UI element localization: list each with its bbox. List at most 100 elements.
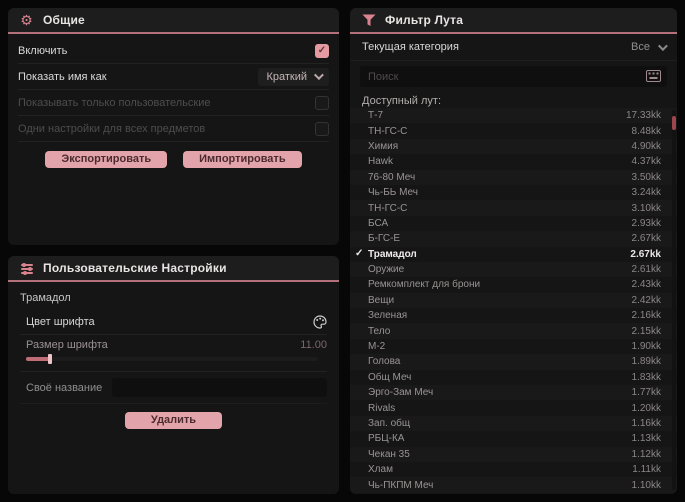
category-label: Текущая категория — [362, 41, 459, 53]
loot-item-name: ТН-ГС-С — [368, 125, 408, 137]
loot-item-value: 8.48kk — [631, 125, 661, 137]
loot-item-name: Вещи — [368, 294, 395, 306]
loot-item-value: 1.20kk — [631, 402, 661, 414]
loot-item-name: РБЦ-КА — [368, 433, 405, 445]
loot-item-row[interactable]: ✓ Трамадол 2.67kk — [350, 247, 677, 262]
loot-item-row[interactable]: Чь-ПКПМ Меч 1.10kk — [350, 477, 677, 493]
enable-label: Включить — [18, 44, 68, 57]
loot-item-value: 1.12kk — [631, 448, 661, 460]
loot-item-row[interactable]: Хлам 1.11kk — [350, 462, 677, 477]
loot-item-name: Б-ГС-Е — [368, 233, 401, 245]
slider-track — [26, 357, 318, 361]
loot-item-value: 2.61kk — [631, 264, 661, 276]
loot-item-value: 1.10kk — [631, 479, 661, 491]
scrollbar[interactable] — [672, 110, 676, 490]
loot-item-value: 2.42kk — [631, 294, 661, 306]
loot-filter-panel-title: Фильтр Лута — [385, 13, 464, 27]
loot-item-name: ТН-ГС-С — [368, 202, 408, 214]
loot-item-row[interactable]: Rivals 1.20kk — [350, 400, 677, 415]
category-select[interactable]: Все — [631, 40, 668, 53]
loot-item-name: Голова — [368, 356, 401, 368]
loot-item-row[interactable]: Химия 4.90kk — [350, 138, 677, 155]
loot-item-row[interactable]: 76-80 Меч 3.50kk — [350, 169, 677, 185]
loot-item-value: 1.11kk — [632, 464, 661, 476]
loot-item-value: 1.13kk — [631, 433, 661, 445]
loot-item-name: 76-80 Меч — [368, 171, 416, 183]
palette-icon[interactable] — [313, 315, 327, 329]
loot-item-name: Ремкомплект для брони — [368, 279, 481, 291]
loot-list: Т-7 17.33kk ТН-ГС-С 8.48kk Химия 4.90kk Hawk 4.… — [350, 108, 677, 493]
loot-item-value: 17.33kk — [625, 110, 661, 122]
loot-item-row[interactable]: Т-7 17.33kk — [350, 108, 677, 124]
loot-item-value: 4.37kk — [631, 156, 661, 168]
loot-filter-panel-header: Фильтр Лута — [350, 8, 677, 34]
loot-item-row[interactable]: Чекан 35 1.12kk — [350, 446, 677, 462]
font-size-value: 11.00 — [300, 339, 327, 351]
loot-item-value: 3.10kk — [631, 202, 661, 214]
loot-filter-panel: Фильтр Лута Текущая категория Все Доступ… — [350, 8, 677, 494]
loot-item-row[interactable]: Зап. общ 1.16kk — [350, 415, 677, 432]
loot-item-row[interactable]: Ремкомплект для брони 2.43kk — [350, 277, 677, 292]
loot-item-row[interactable]: ТН-ГС-С 8.48kk — [350, 123, 677, 138]
loot-item-value: 1.83kk — [631, 371, 661, 383]
show-only-custom-label: Показывать только пользовательские — [18, 96, 211, 109]
loot-item-row[interactable]: БСА 2.93kk — [350, 216, 677, 231]
loot-item-name: Зеленая — [368, 310, 408, 322]
user-settings-panel: Пользовательские Настройки Трамадол Цвет… — [8, 256, 339, 494]
general-panel-header: ⚙ Общие — [8, 8, 339, 34]
loot-item-row[interactable]: Hawk 4.37kk — [350, 154, 677, 169]
export-button[interactable]: Экспортировать — [45, 151, 168, 168]
chevron-down-icon — [657, 40, 668, 51]
user-settings-icon — [19, 261, 34, 276]
font-size-slider[interactable] — [26, 354, 318, 364]
loot-item-name: Эрго-Зам Меч — [368, 387, 434, 399]
loot-item-row[interactable]: Чь-БЬ Меч 3.24kk — [350, 185, 677, 200]
loot-item-name: Оружие — [368, 264, 405, 276]
loot-item-row[interactable]: Голова 1.89kk — [350, 354, 677, 370]
loot-item-value: 1.89kk — [631, 356, 661, 368]
custom-name-label: Своё название — [26, 381, 103, 394]
slider-fill — [26, 357, 50, 361]
general-panel: ⚙ Общие Включить ✓ Показать имя как Крат… — [8, 8, 339, 245]
name-format-select[interactable]: Краткий — [258, 67, 329, 86]
keyboard-icon[interactable] — [646, 70, 661, 82]
loot-item-value: 4.90kk — [631, 140, 661, 152]
single-settings-checkbox[interactable] — [315, 121, 329, 136]
loot-item-name: БСА — [368, 217, 389, 229]
loot-item-value: 2.15kk — [631, 325, 661, 337]
chevron-down-icon — [313, 70, 324, 81]
category-value: Все — [631, 41, 650, 53]
general-panel-title: Общие — [43, 13, 85, 27]
font-color-label: Цвет шрифта — [26, 316, 95, 328]
loot-item-row[interactable]: Б-ГС-Е 2.67kk — [350, 231, 677, 247]
scrollbar-thumb[interactable] — [672, 116, 676, 130]
loot-item-row[interactable]: Оружие 2.61kk — [350, 261, 677, 278]
loot-item-row[interactable]: Зеленая 2.16kk — [350, 308, 677, 323]
show-only-custom-checkbox[interactable] — [315, 95, 329, 110]
loot-item-value: 2.16kk — [631, 310, 661, 322]
loot-item-name: Чекан 35 — [368, 448, 410, 460]
enable-checkbox[interactable]: ✓ — [315, 43, 329, 58]
search-input[interactable] — [360, 66, 667, 87]
loot-item-name: Чь-БЬ Меч — [368, 187, 418, 199]
custom-name-input[interactable] — [112, 378, 327, 397]
name-format-row: Показать имя как Краткий — [18, 64, 329, 90]
loot-item-row[interactable]: Вещи 2.42kk — [350, 292, 677, 309]
loot-item-name: Rivals — [368, 402, 396, 414]
loot-item-row[interactable]: М-2 1.90kk — [350, 339, 677, 354]
loot-item-row[interactable]: РБЦ-КА 1.13kk — [350, 431, 677, 446]
loot-item-row[interactable]: ТН-ГС-С 3.10kk — [350, 200, 677, 216]
delete-button[interactable]: Удалить — [124, 412, 223, 429]
show-only-custom-row: Показывать только пользовательские — [18, 90, 329, 116]
slider-thumb[interactable] — [48, 354, 52, 364]
import-button[interactable]: Импортировать — [183, 151, 302, 168]
loot-item-row[interactable]: Эрго-Зам Меч 1.77kk — [350, 385, 677, 401]
selected-item-name: Трамадол — [20, 292, 71, 304]
loot-item-name: Т-7 — [368, 110, 383, 122]
font-color-row[interactable]: Цвет шрифта — [20, 310, 327, 335]
available-loot-label: Доступный лут: — [362, 95, 442, 107]
single-settings-row: Одни настройки для всех предметов — [18, 116, 329, 142]
loot-item-row[interactable]: Тело 2.15kk — [350, 323, 677, 339]
loot-item-value: 1.77kk — [631, 387, 661, 399]
loot-item-row[interactable]: Общ Меч 1.83kk — [350, 370, 677, 385]
